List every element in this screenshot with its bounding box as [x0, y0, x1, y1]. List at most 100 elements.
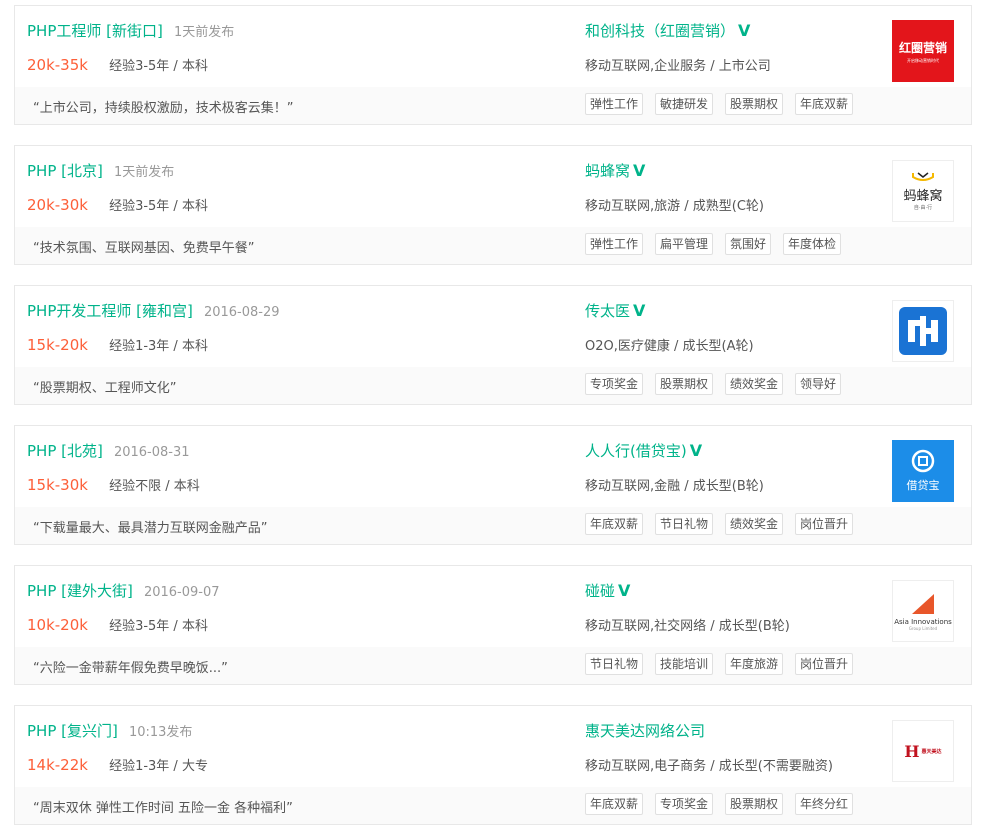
hongquan-logo-icon[interactable]: 红圈营销 开启移动营销时代	[892, 20, 954, 82]
requirement: 经验1-3年 / 大专	[109, 759, 208, 774]
salary: 15k-20k	[27, 336, 88, 354]
job-slogan: “上市公司，持续股权激励，技术极客云集！”	[33, 101, 294, 116]
benefit-tag: 技能培训	[655, 653, 714, 675]
company-industry: 移动互联网,企业服务 / 上市公司	[585, 59, 771, 74]
job-slogan: “下载量最大、最具潜力互联网金融产品”	[33, 521, 268, 536]
company-link[interactable]: 惠天美达网络公司	[585, 722, 705, 740]
salary: 10k-20k	[27, 616, 88, 634]
benefit-tags: 年底双薪 专项奖金 股票期权 年终分红	[585, 793, 854, 815]
job-slogan: “技术氛围、互联网基因、免费早午餐”	[33, 241, 255, 256]
job-card[interactable]: PHP [建外大街] 2016-09-07 10k-20k 经验3-5年 / 本…	[14, 565, 972, 685]
job-card[interactable]: PHP [北苑] 2016-08-31 15k-30k 经验不限 / 本科 人人…	[14, 425, 972, 545]
publish-time: 2016-08-29	[203, 305, 280, 320]
benefit-tag: 绩效奖金	[725, 373, 784, 395]
benefit-tags: 节日礼物 技能培训 年度旅游 岗位晋升	[585, 653, 854, 675]
job-slogan: “六险一金带薪年假免费早晚饭...”	[33, 661, 228, 676]
mafengwo-m-icon	[912, 172, 934, 181]
job-slogan: “股票期权、工程师文化”	[33, 381, 177, 396]
huitianmeida-logo-icon[interactable]: H 惠天美达	[892, 720, 954, 782]
salary: 15k-30k	[27, 476, 88, 494]
requirement: 经验3-5年 / 本科	[109, 199, 208, 214]
requirement: 经验1-3年 / 本科	[109, 339, 208, 354]
jiedaibao-logo-icon[interactable]: 借贷宝	[892, 440, 954, 502]
asia-triangle-icon	[912, 593, 934, 614]
logo-text: 红圈营销	[898, 40, 947, 55]
chuantaiyi-logo-icon[interactable]	[892, 300, 954, 362]
salary: 20k-30k	[27, 196, 88, 214]
benefit-tag: 弹性工作	[585, 233, 644, 255]
benefit-tag: 年度体检	[783, 233, 842, 255]
logo-text: Asia Innovations	[894, 617, 952, 626]
chuantaiyi-mark-icon	[899, 307, 947, 355]
benefit-tag: 年底双薪	[585, 793, 644, 815]
requirement: 经验不限 / 本科	[109, 479, 200, 494]
benefit-tags: 专项奖金 股票期权 绩效奖金 领导好	[585, 373, 842, 395]
publish-time: 2016-09-07	[143, 585, 220, 600]
company-industry: 移动互联网,社交网络 / 成长型(B轮)	[585, 619, 790, 634]
benefit-tag: 岗位晋升	[795, 513, 854, 535]
publish-time: 10:13发布	[128, 725, 193, 740]
company-link[interactable]: 传太医	[585, 302, 630, 320]
benefit-tag: 节日礼物	[655, 513, 714, 535]
job-list: PHP工程师 [新街口] 1天前发布 20k-35k 经验3-5年 / 本科 和…	[0, 0, 983, 832]
company-industry: O2O,医疗健康 / 成长型(A轮)	[585, 339, 754, 354]
benefit-tag: 扁平管理	[655, 233, 714, 255]
benefit-tag: 岗位晋升	[795, 653, 854, 675]
company-link[interactable]: 人人行(借贷宝)	[585, 442, 687, 460]
publish-time: 1天前发布	[173, 25, 235, 40]
benefit-tag: 年底双薪	[795, 93, 854, 115]
job-card[interactable]: PHP [复兴门] 10:13发布 14k-22k 经验1-3年 / 大专 惠天…	[14, 705, 972, 825]
logo-subtext: 自·由·行	[913, 205, 933, 211]
verified-v-icon: V	[633, 161, 646, 180]
logo-text: 惠天美达	[921, 748, 942, 755]
requirement: 经验3-5年 / 本科	[109, 59, 208, 74]
jiedaibao-ring-icon	[911, 449, 935, 473]
asia-innovations-logo-icon[interactable]: Asia Innovations Group Limited	[892, 580, 954, 642]
job-card[interactable]: PHP [北京] 1天前发布 20k-30k 经验3-5年 / 本科 蚂蜂窝 V …	[14, 145, 972, 265]
job-card[interactable]: PHP开发工程师 [雍和宫] 2016-08-29 15k-20k 经验1-3年…	[14, 285, 972, 405]
verified-v-icon: V	[633, 301, 646, 320]
benefit-tag: 敏捷研发	[655, 93, 714, 115]
benefit-tag: 领导好	[795, 373, 842, 395]
position-link[interactable]: PHP [建外大街]	[27, 582, 133, 600]
logo-subtext: Group Limited	[908, 625, 938, 631]
company-industry: 移动互联网,金融 / 成长型(B轮)	[585, 479, 764, 494]
benefit-tag: 专项奖金	[655, 793, 714, 815]
benefit-tag: 专项奖金	[585, 373, 644, 395]
company-industry: 移动互联网,旅游 / 成熟型(C轮)	[585, 199, 764, 214]
benefit-tag: 氛围好	[725, 233, 772, 255]
position-link[interactable]: PHP [复兴门]	[27, 722, 118, 740]
company-link[interactable]: 和创科技（红圈营销）	[585, 22, 735, 40]
logo-text: 蚂蜂窝	[903, 189, 943, 204]
salary: 20k-35k	[27, 56, 88, 74]
position-link[interactable]: PHP开发工程师 [雍和宫]	[27, 302, 193, 320]
verified-v-icon: V	[689, 441, 703, 460]
position-link[interactable]: PHP [北苑]	[27, 442, 103, 460]
company-industry: 移动互联网,电子商务 / 成长型(不需要融资)	[585, 759, 833, 774]
benefit-tag: 年终分红	[795, 793, 854, 815]
logo-subtext: 开启移动营销时代	[907, 57, 939, 63]
position-link[interactable]: PHP工程师 [新街口]	[27, 22, 163, 40]
benefit-tag: 年度旅游	[725, 653, 784, 675]
benefit-tags: 年底双薪 节日礼物 绩效奖金 岗位晋升	[585, 513, 854, 535]
job-slogan: “周末双休 弹性工作时间 五险一金 各种福利”	[33, 801, 293, 816]
salary: 14k-22k	[27, 756, 88, 774]
benefit-tag: 股票期权	[655, 373, 714, 395]
benefit-tags: 弹性工作 敏捷研发 股票期权 年底双薪	[585, 93, 854, 115]
benefit-tag: 弹性工作	[585, 93, 644, 115]
benefit-tags: 弹性工作 扁平管理 氛围好 年度体检	[585, 233, 842, 255]
benefit-tag: 股票期权	[725, 93, 784, 115]
job-card[interactable]: PHP工程师 [新街口] 1天前发布 20k-35k 经验3-5年 / 本科 和…	[14, 5, 972, 125]
benefit-tag: 节日礼物	[585, 653, 644, 675]
benefit-tag: 绩效奖金	[725, 513, 784, 535]
position-link[interactable]: PHP [北京]	[27, 162, 103, 180]
publish-time: 1天前发布	[113, 165, 175, 180]
requirement: 经验3-5年 / 本科	[109, 619, 208, 634]
mafengwo-logo-icon[interactable]: 蚂蜂窝 自·由·行	[892, 160, 954, 222]
benefit-tag: 股票期权	[725, 793, 784, 815]
logo-h-mark: H	[904, 741, 920, 761]
benefit-tag: 年底双薪	[585, 513, 644, 535]
company-link[interactable]: 碰碰	[585, 582, 615, 600]
company-link[interactable]: 蚂蜂窝	[585, 162, 630, 180]
verified-v-icon: V	[618, 581, 631, 600]
